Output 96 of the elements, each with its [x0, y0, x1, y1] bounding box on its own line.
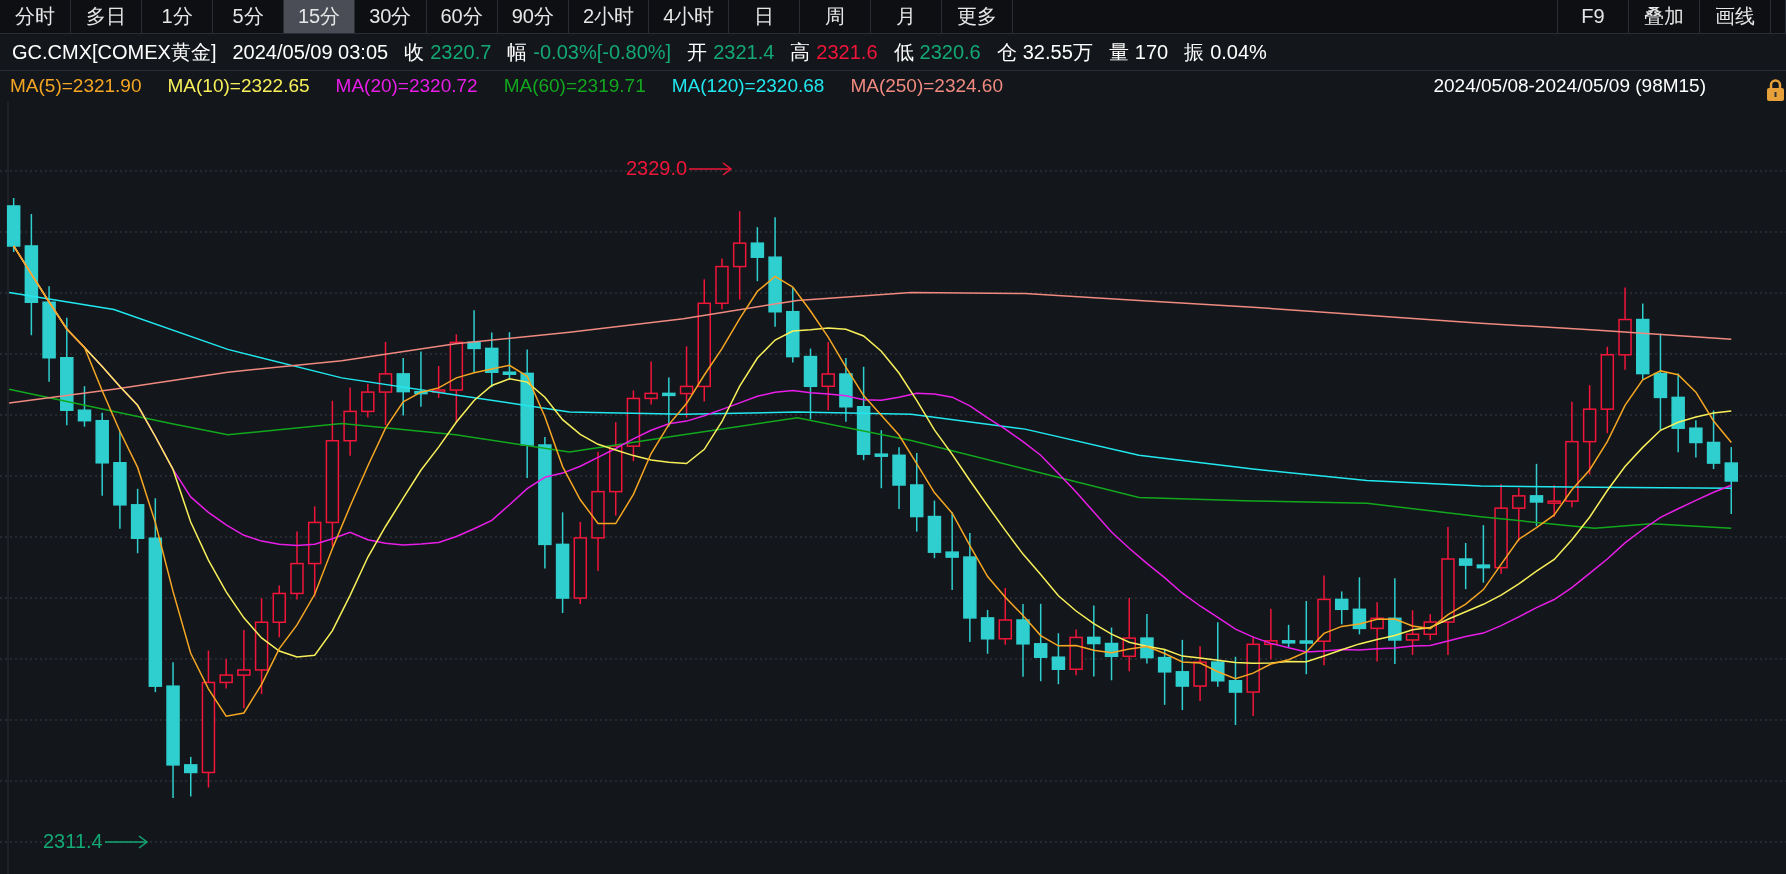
- candlestick: [644, 360, 658, 406]
- candlestick: [272, 584, 287, 638]
- field-value: 170: [1134, 40, 1169, 64]
- candlestick: [290, 530, 304, 601]
- moving-average-value: MA(20)=2320.72: [335, 75, 478, 97]
- candlestick: [1193, 645, 1207, 702]
- candlestick: [1228, 656, 1243, 726]
- symbol-name: GC.CMX[COMEX黄金]: [12, 39, 217, 65]
- candlestick: [467, 309, 481, 374]
- candlestick: [1104, 626, 1119, 682]
- timeframe-tab[interactable]: 15分: [284, 0, 356, 33]
- candlestick: [361, 383, 375, 419]
- candlestick: [396, 357, 410, 417]
- lock-icon[interactable]: [1764, 79, 1786, 101]
- field-value: 2321.4: [713, 40, 775, 64]
- field-value: -0.03%[-0.80%]: [533, 40, 672, 64]
- timeframe-tab[interactable]: 1分: [142, 0, 213, 33]
- moving-average-value: MA(10)=2322.65: [167, 75, 310, 97]
- timeframe-tab[interactable]: 60分: [426, 0, 498, 33]
- candlestick: [431, 365, 446, 399]
- timeframe-tab[interactable]: 2小时: [569, 0, 650, 33]
- field-label: 开: [687, 39, 708, 65]
- timeframe-tab[interactable]: 多日: [71, 0, 142, 33]
- candlestick: [1423, 613, 1437, 641]
- candlestick: [1264, 608, 1278, 661]
- timeframe-tab[interactable]: 月: [871, 0, 943, 33]
- field-value: 2320.6: [919, 40, 981, 64]
- timeframe-tab[interactable]: 日: [729, 0, 801, 33]
- moving-average-value: MA(5)=2321.90: [10, 75, 142, 97]
- timeframe-tab[interactable]: 分时: [0, 0, 71, 33]
- timeframe-tab[interactable]: 更多: [942, 0, 1014, 33]
- candlestick: [1051, 632, 1066, 685]
- candlestick: [1140, 613, 1154, 665]
- candlestick: [1512, 487, 1526, 542]
- candlestick: [184, 756, 198, 798]
- timeframe-tab[interactable]: 4小时: [649, 0, 730, 33]
- field-label: 量: [1108, 39, 1129, 65]
- candlestick: [343, 386, 357, 457]
- field-label: 仓: [996, 39, 1017, 65]
- candlestick: [1175, 639, 1190, 711]
- toolbar-button[interactable]: 叠加: [1629, 0, 1700, 33]
- candlestick: [502, 331, 517, 381]
- candlestick: [839, 357, 853, 423]
- candlestick: [927, 499, 942, 559]
- field-label: 振: [1184, 39, 1205, 65]
- candlestick: [715, 257, 729, 311]
- field-label: 低: [893, 39, 914, 65]
- candlestick: [6, 197, 21, 253]
- candlestick: [219, 658, 233, 690]
- candlestick: [485, 331, 499, 388]
- candlestick: [1529, 463, 1544, 527]
- candlestick: [1476, 524, 1491, 584]
- candlestick: [1157, 648, 1172, 706]
- candlestick: [892, 446, 906, 510]
- candlestick: [874, 429, 889, 490]
- quote-datetime: 2024/05/09 03:05: [232, 40, 389, 64]
- candlestick: [414, 350, 428, 408]
- candlestick: [1069, 628, 1083, 676]
- candlestick: [1724, 446, 1739, 515]
- candlestick: [1352, 576, 1367, 636]
- field-label: 幅: [507, 39, 528, 65]
- toolbar-button[interactable]: F9: [1558, 0, 1629, 33]
- field-label: 高: [790, 39, 811, 65]
- arrow-icon: [104, 834, 149, 849]
- candlestick: [1281, 624, 1296, 648]
- date-range: 2024/05/08-2024/05/09 (98M15): [1433, 75, 1706, 97]
- candlestick: [1706, 409, 1721, 470]
- candlestick: [750, 226, 765, 282]
- field-value: 32.55万: [1022, 39, 1093, 65]
- moving-average-value: MA(250)=2324.60: [850, 75, 1003, 97]
- candlestick: [1334, 590, 1349, 626]
- candlestick: [1405, 609, 1420, 656]
- field-value: 0.04%: [1210, 40, 1267, 64]
- candlestick: [1370, 601, 1384, 663]
- candlestick: [77, 385, 92, 428]
- low-price-label: 2311.4: [43, 830, 103, 853]
- candlestick: [1211, 621, 1225, 688]
- timeframe-tab[interactable]: 30分: [355, 0, 427, 33]
- candlestick: [130, 488, 145, 554]
- arrow-icon: [689, 161, 734, 176]
- toolbar-button[interactable]: 画线: [1700, 0, 1771, 33]
- candlestick: [821, 341, 835, 412]
- field-label: 收: [404, 39, 425, 65]
- timeframe-tab[interactable]: 90分: [497, 0, 569, 33]
- candlestick: [998, 587, 1013, 646]
- candlestick: [1689, 419, 1703, 459]
- field-value: 2321.6: [816, 40, 878, 64]
- moving-average-value: MA(60)=2319.71: [503, 75, 646, 97]
- candlestick: [662, 376, 676, 428]
- candlestick: [1547, 484, 1561, 518]
- candlestick: [980, 609, 995, 655]
- timeframe-tab[interactable]: 周: [800, 0, 872, 33]
- candlestick: [1458, 542, 1473, 590]
- high-price-label: 2329.0: [626, 157, 688, 180]
- field-value: 2320.7: [430, 40, 492, 64]
- moving-average-value: MA(120)=2320.68: [671, 75, 825, 97]
